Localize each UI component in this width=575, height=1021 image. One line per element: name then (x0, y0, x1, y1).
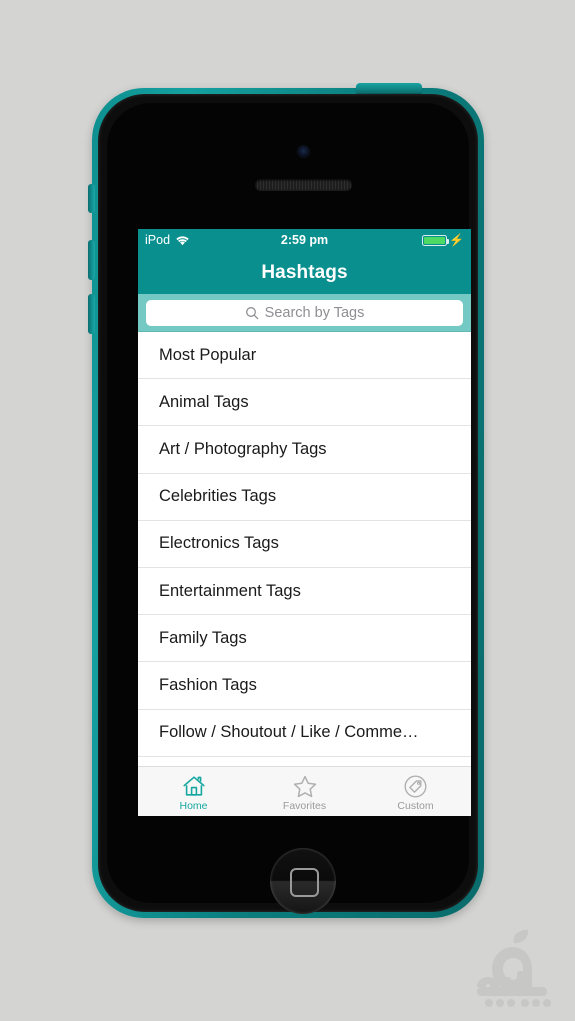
volume-down-button[interactable] (88, 294, 95, 334)
list-item-label: Animal Tags (159, 392, 249, 411)
list-item[interactable]: Art / Photography Tags (138, 426, 471, 474)
search-icon (245, 306, 258, 319)
tab-label: Favorites (282, 799, 327, 812)
power-button[interactable] (356, 83, 422, 93)
tab-label: Home (179, 799, 208, 812)
earpiece-speaker (255, 179, 352, 190)
list-item-label: Family Tags (159, 628, 247, 647)
phone-screen: iPod 2:59 pm ⚡ Hashtags Search by Tags M… (138, 229, 471, 816)
status-time: 2:59 pm (280, 233, 329, 247)
list-item-label: Most Popular (159, 345, 257, 364)
tab-custom[interactable]: Custom (360, 767, 471, 816)
status-bar: iPod 2:59 pm ⚡ (138, 229, 471, 251)
home-button-square-icon (290, 868, 319, 897)
list-item-label: Entertainment Tags (159, 581, 301, 600)
front-camera (298, 146, 309, 157)
status-bar-right: ⚡ (422, 234, 464, 246)
tab-favorites[interactable]: Favorites (249, 767, 360, 816)
list-item-label: Follow / Shoutout / Like / Comme… (159, 723, 419, 742)
lightning-bolt-icon: ⚡ (449, 233, 464, 247)
mute-switch[interactable] (88, 184, 95, 213)
tag-circle-icon (404, 774, 427, 798)
battery-icon (422, 234, 450, 246)
list-item[interactable]: Electronics Tags (138, 520, 471, 568)
list-item[interactable]: Family Tags (138, 615, 471, 663)
list-item[interactable]: Animal Tags (138, 379, 471, 427)
phone-front-face: iPod 2:59 pm ⚡ Hashtags Search by Tags M… (107, 103, 471, 914)
page-title: Hashtags (261, 261, 348, 283)
nav-bar: Hashtags (138, 251, 471, 294)
tag-category-list[interactable]: Most Popular Animal Tags Art / Photograp… (138, 332, 471, 757)
list-item[interactable]: Follow / Shoutout / Like / Comme… (138, 709, 471, 757)
tab-home[interactable]: Home (138, 767, 249, 816)
tab-bar: Home Favorites Custom (138, 766, 471, 816)
home-button[interactable] (270, 848, 336, 914)
search-placeholder: Search by Tags (264, 304, 365, 321)
volume-up-button[interactable] (88, 240, 95, 280)
search-input[interactable]: Search by Tags (146, 299, 463, 326)
search-bar-container: Search by Tags (138, 294, 471, 332)
phone-device: iPod 2:59 pm ⚡ Hashtags Search by Tags M… (88, 83, 484, 918)
home-icon (182, 775, 206, 798)
list-item[interactable]: Entertainment Tags (138, 567, 471, 616)
list-item-label: Celebrities Tags (159, 487, 277, 506)
list-item[interactable]: Most Popular (138, 332, 471, 380)
list-item-label: Art / Photography Tags (159, 439, 327, 458)
watermark-logo (477, 929, 551, 1007)
phone-bezel: iPod 2:59 pm ⚡ Hashtags Search by Tags M… (98, 94, 478, 914)
list-item-label: Electronics Tags (159, 534, 279, 553)
tab-label: Custom (397, 799, 434, 812)
list-item-label: Fashion Tags (159, 675, 257, 694)
star-icon (293, 775, 317, 798)
list-item[interactable]: Fashion Tags (138, 662, 471, 710)
list-item[interactable]: Celebrities Tags (138, 473, 471, 521)
